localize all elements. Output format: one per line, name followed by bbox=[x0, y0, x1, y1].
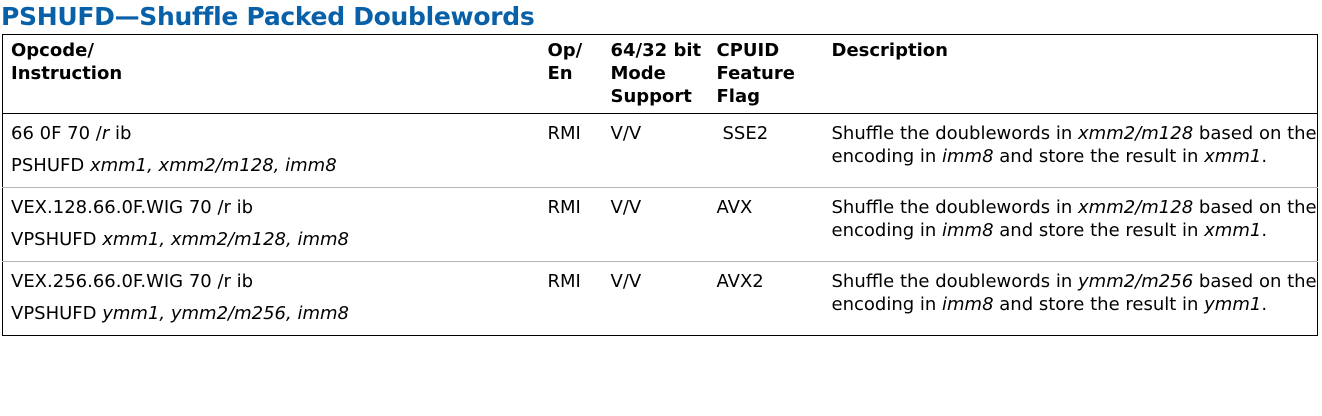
desc-part: Shuffle the doublewords in bbox=[831, 197, 1079, 218]
desc-part: Shuffle the doublewords in bbox=[831, 271, 1079, 292]
opcode-cell: VEX.256.66.0F.WIG 70 /r ib VPSHUFD ymm1,… bbox=[3, 262, 548, 336]
opcode-prefix: VEX.128.66.0F.WIG 70 /r ib bbox=[11, 197, 254, 218]
header-opcode-line2: Instruction bbox=[11, 63, 123, 84]
opcode-cell: VEX.128.66.0F.WIG 70 /r ib VPSHUFD xmm1,… bbox=[2, 187, 548, 262]
desc-operand-imm: imm8 bbox=[942, 220, 994, 241]
header-cpuid-line2: Feature bbox=[716, 63, 795, 84]
header-opcode-instruction: Opcode/ Instruction bbox=[2, 34, 548, 114]
header-cpuid-line3: Flag bbox=[716, 86, 761, 107]
table-row: 66 0F 70 /r ib PSHUFD xmm1, xmm2/m128, i… bbox=[2, 113, 1318, 188]
opcode-text: VEX.128.66.0F.WIG 70 /r ib bbox=[11, 196, 548, 219]
opcode-cell: 66 0F 70 /r ib PSHUFD xmm1, xmm2/m128, i… bbox=[2, 113, 548, 188]
desc-part: . bbox=[1261, 220, 1268, 241]
desc-operand-src: xmm2/m128 bbox=[1078, 123, 1194, 144]
cpuid-cell: AVX2 bbox=[716, 271, 764, 292]
header-op-en: Op/ En bbox=[547, 34, 611, 114]
desc-operand-dest: xmm1 bbox=[1204, 146, 1262, 167]
description-cell: Shuffle the doublewords in ymm2/m256 bas… bbox=[832, 262, 1318, 336]
description-cell: Shuffle the doublewords in xmm2/m128 bas… bbox=[831, 187, 1318, 262]
header-description: Description bbox=[831, 34, 1318, 114]
mode-cell: V/V bbox=[610, 113, 717, 188]
instruction-operands: ymm1, ymm2/m256, imm8 bbox=[102, 303, 349, 324]
cpuid-cell: AVX bbox=[716, 187, 832, 262]
mode-cell: V/V bbox=[610, 271, 642, 292]
cpuid-cell: SSE2 bbox=[716, 113, 832, 188]
desc-part: and store the result in bbox=[993, 294, 1205, 315]
header-row: Opcode/ Instruction Op/ En 64/32 bit Mod… bbox=[2, 34, 1318, 114]
opcode-text: 66 0F 70 /r ib bbox=[11, 122, 548, 145]
instruction-mnemonic: VPSHUFD bbox=[11, 303, 103, 324]
desc-operand-dest: ymm1 bbox=[1204, 294, 1262, 315]
instruction-mnemonic: PSHUFD bbox=[11, 155, 90, 176]
instruction-text: VPSHUFD ymm1, ymm2/m256, imm8 bbox=[11, 302, 548, 325]
mode-cell: V/V bbox=[610, 187, 717, 262]
instruction-mnemonic: VPSHUFD bbox=[11, 229, 103, 250]
desc-part: . bbox=[1261, 146, 1268, 167]
desc-part: and store the result in bbox=[993, 146, 1205, 167]
table-row: VEX.128.66.0F.WIG 70 /r ib VPSHUFD xmm1,… bbox=[2, 187, 1318, 262]
instruction-operands: xmm1, xmm2/m128, imm8 bbox=[89, 155, 337, 176]
description-cell: Shuffle the doublewords in xmm2/m128 bas… bbox=[831, 113, 1318, 188]
table-row: VEX.256.66.0F.WIG 70 /r ib VPSHUFD ymm1,… bbox=[3, 262, 1318, 336]
desc-operand-src: ymm2/m256 bbox=[1078, 271, 1194, 292]
header-cpuid-flag: CPUID Feature Flag bbox=[716, 34, 832, 114]
header-mode-support: 64/32 bit Mode Support bbox=[610, 34, 717, 114]
header-mode-line3: Support bbox=[610, 86, 692, 107]
opcode-suffix: ib bbox=[109, 123, 132, 144]
desc-part: Shuffle the doublewords in bbox=[831, 123, 1079, 144]
instruction-text: PSHUFD xmm1, xmm2/m128, imm8 bbox=[11, 154, 548, 177]
header-mode-line2: Mode bbox=[610, 63, 666, 84]
op-en-cell: RMI bbox=[547, 187, 611, 262]
desc-operand-src: xmm2/m128 bbox=[1078, 197, 1194, 218]
opcode-text: VEX.256.66.0F.WIG 70 /r ib bbox=[11, 270, 548, 293]
desc-operand-imm: imm8 bbox=[942, 146, 994, 167]
header-opcode-line1: Opcode/ bbox=[11, 40, 94, 61]
opcode-prefix: 66 0F 70 / bbox=[11, 123, 102, 144]
op-en-cell: RMI bbox=[547, 113, 611, 188]
page-title: PSHUFD—Shuffle Packed Doublewords bbox=[1, 2, 535, 31]
header-cpuid-line1: CPUID bbox=[716, 40, 780, 61]
header-mode-line1: 64/32 bit bbox=[610, 40, 702, 61]
desc-operand-imm: imm8 bbox=[942, 294, 994, 315]
instruction-operands: xmm1, xmm2/m128, imm8 bbox=[102, 229, 349, 250]
desc-part: and store the result in bbox=[993, 220, 1205, 241]
header-op-en-line2: En bbox=[547, 63, 573, 84]
header-op-en-line1: Op/ bbox=[547, 40, 583, 61]
opcode-table: Opcode/ Instruction Op/ En 64/32 bit Mod… bbox=[2, 34, 1318, 336]
opcode-prefix: VEX.256.66.0F.WIG 70 /r ib bbox=[11, 271, 254, 292]
instruction-text: VPSHUFD xmm1, xmm2/m128, imm8 bbox=[11, 228, 548, 251]
desc-part: . bbox=[1261, 294, 1268, 315]
op-en-cell: RMI bbox=[547, 271, 581, 292]
desc-operand-dest: xmm1 bbox=[1204, 220, 1262, 241]
